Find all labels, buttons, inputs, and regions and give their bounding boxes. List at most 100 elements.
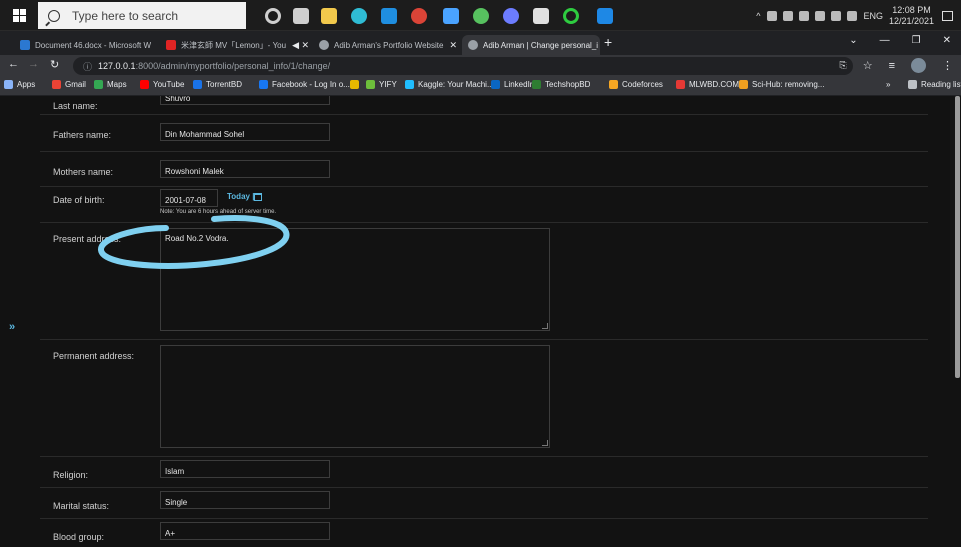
bookmark-favicon-icon xyxy=(366,80,375,89)
chevron-up-icon[interactable]: ^ xyxy=(756,11,760,21)
menu-icon[interactable]: ⋮ xyxy=(942,59,953,72)
bookmark-item[interactable]: Reading list xyxy=(908,80,961,89)
bookmark-favicon-icon xyxy=(52,80,61,89)
close-icon[interactable]: ✕ xyxy=(598,40,600,51)
bookmark-item[interactable]: Kaggle: Your Machi... xyxy=(405,80,494,89)
tray-app-icon[interactable] xyxy=(799,10,810,21)
network-icon[interactable] xyxy=(831,10,842,21)
reload-icon[interactable]: ↻ xyxy=(50,58,59,71)
bookmark-item[interactable]: Maps xyxy=(94,80,127,89)
language-indicator[interactable]: ENG xyxy=(863,11,883,21)
last-name-input[interactable] xyxy=(160,96,330,105)
tab-label: Adib Arman | Change personal_i xyxy=(483,40,599,50)
bookmark-item[interactable]: TechshopBD xyxy=(532,80,590,89)
task-list-icon xyxy=(293,7,309,24)
tab-label: Adib Arman's Portfolio Website xyxy=(334,40,444,50)
bookmark-item[interactable]: Codeforces xyxy=(609,80,663,89)
bookmark-item[interactable]: MLWBD.COM xyxy=(676,80,739,89)
bookmark-item[interactable]: Apps xyxy=(4,80,35,89)
bookmark-label: Gmail xyxy=(65,80,86,89)
bookmark-label: YouTube xyxy=(153,80,185,89)
last-name-label: Last name: xyxy=(53,101,98,111)
maximize-button[interactable]: ❐ xyxy=(912,35,921,46)
taskbar-app-button[interactable] xyxy=(466,3,496,28)
mothers-name-input[interactable] xyxy=(160,160,330,178)
permanent-address-textarea[interactable] xyxy=(160,345,550,448)
resize-handle-icon[interactable] xyxy=(542,323,548,329)
back-arrow-icon[interactable]: ← xyxy=(8,58,19,70)
form-row-permanent-address: Permanent address: xyxy=(40,340,928,457)
bookmark-item[interactable]: Facebook - Log In o... xyxy=(259,80,350,89)
tab-word-document[interactable]: Document 46.docx - Microsoft W ✕ xyxy=(14,35,155,55)
windows-start-button[interactable] xyxy=(0,0,38,31)
reading-mode-icon[interactable]: ≡ xyxy=(889,60,895,72)
taskbar-clock[interactable]: 12:08 PM 12/21/2021 xyxy=(889,5,934,27)
tab-change-personal-info[interactable]: Adib Arman | Change personal_i ✕ xyxy=(462,35,600,55)
sidebar-toggle[interactable]: » xyxy=(9,321,15,333)
bookmark-favicon-icon xyxy=(259,80,268,89)
religion-input[interactable] xyxy=(160,460,330,478)
bookmark-favicon-icon xyxy=(405,80,414,89)
marital-status-input[interactable] xyxy=(160,491,330,509)
tab-search-icon[interactable]: ⌄ xyxy=(849,35,857,46)
taskbar-app-button[interactable] xyxy=(526,3,556,28)
bookmark-label: Sci-Hub: removing... xyxy=(752,80,825,89)
address-bar[interactable]: ⓘ 127.0.0.1 :8000/admin/myportfolio/pers… xyxy=(73,57,853,75)
tray-app-icon[interactable] xyxy=(783,10,794,21)
bookmark-label: LinkedIn xyxy=(504,80,535,89)
bookmark-item[interactable]: TorrentBD xyxy=(193,80,242,89)
page-scrollbar[interactable] xyxy=(954,96,961,547)
toolbar-actions: ⎘ ☆ ≡ ⋮ xyxy=(840,58,953,73)
blood-group-input[interactable] xyxy=(160,522,330,540)
close-icon[interactable]: ✕ xyxy=(443,40,457,51)
taskbar-app-button[interactable] xyxy=(436,3,466,28)
bookmark-label: Reading list xyxy=(921,80,961,89)
resize-handle-icon[interactable] xyxy=(542,440,548,446)
fathers-name-input[interactable] xyxy=(160,123,330,141)
bookmark-item[interactable]: Gmail xyxy=(52,80,86,89)
bookmark-favicon-icon xyxy=(609,80,618,89)
close-window-button[interactable]: ✕ xyxy=(943,35,951,46)
taskbar-app-button[interactable] xyxy=(344,3,374,28)
scrollbar-thumb[interactable] xyxy=(955,96,960,378)
profile-avatar[interactable] xyxy=(911,58,926,73)
close-icon[interactable]: ✕ xyxy=(151,40,155,51)
fathers-name-label: Fathers name: xyxy=(53,130,112,140)
tab-youtube-lemon[interactable]: 米津玄師 MV「Lemon」- You ◀ ✕ xyxy=(160,35,310,55)
battery-icon[interactable] xyxy=(815,10,826,21)
permanent-address-label: Permanent address: xyxy=(53,351,135,361)
taskbar-app-button[interactable] xyxy=(404,3,434,28)
taskbar-app-button[interactable] xyxy=(286,3,316,28)
bookmark-item[interactable]: YIFY xyxy=(366,80,397,89)
taskbar-app-button[interactable] xyxy=(374,3,404,28)
calendar-icon[interactable] xyxy=(254,193,262,201)
bookmarks-bar: Apps Gmail Maps YouTube TorrentBD Facebook - … xyxy=(0,77,961,96)
bookmark-item[interactable]: LinkedIn xyxy=(491,80,534,89)
bookmark-item[interactable] xyxy=(350,80,363,89)
minimize-button[interactable]: — xyxy=(880,35,890,46)
today-link[interactable]: Today | xyxy=(227,192,254,201)
star-icon[interactable]: ☆ xyxy=(863,59,873,72)
taskbar-app-button[interactable] xyxy=(556,3,586,28)
notification-icon[interactable] xyxy=(942,10,953,21)
taskbar-search-box[interactable]: Type here to search xyxy=(38,2,246,29)
info-icon[interactable]: ⓘ xyxy=(83,60,92,73)
taskbar-app-button[interactable] xyxy=(496,3,526,28)
new-tab-button[interactable]: + xyxy=(604,34,612,50)
bookmark-item[interactable]: Sci-Hub: removing... xyxy=(739,80,824,89)
tray-app-icon[interactable] xyxy=(767,10,778,21)
date-of-birth-input[interactable] xyxy=(160,189,218,207)
taskbar-app-button[interactable] xyxy=(258,3,288,28)
url-path: :8000/admin/myportfolio/personal_info/1/… xyxy=(135,61,331,71)
bookmark-item[interactable]: YouTube xyxy=(140,80,184,89)
file-explorer-icon xyxy=(321,7,337,24)
forward-arrow-icon[interactable]: → xyxy=(28,58,39,70)
taskbar-app-button[interactable] xyxy=(314,3,344,28)
chevron-right-icon[interactable]: » xyxy=(886,80,890,89)
tab-portfolio-website[interactable]: Adib Arman's Portfolio Website ✕ xyxy=(313,35,459,55)
volume-icon[interactable] xyxy=(847,10,858,21)
share-icon[interactable]: ⎘ xyxy=(840,60,847,71)
close-icon[interactable]: ◀ ✕ xyxy=(286,40,309,51)
globe-icon xyxy=(319,40,329,50)
taskbar-app-button[interactable] xyxy=(590,3,620,28)
